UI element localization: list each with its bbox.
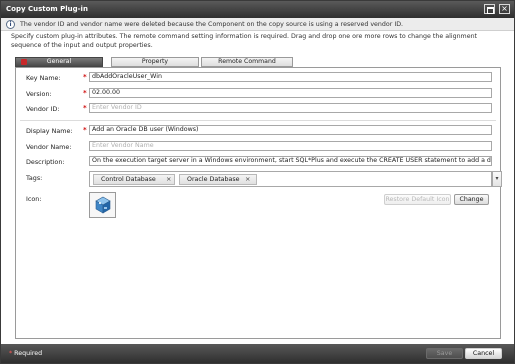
tags-label: Tags: xyxy=(26,174,43,182)
change-icon-button[interactable]: Change xyxy=(454,194,489,205)
warning-icon xyxy=(21,59,27,65)
display-name-field[interactable]: Add an Oracle DB user (Windows) xyxy=(89,125,492,135)
close-icon[interactable]: × xyxy=(499,4,510,14)
version-required-mark: * xyxy=(83,89,87,97)
vendor-id-field[interactable]: Enter Vendor ID xyxy=(89,103,492,113)
section-divider xyxy=(20,120,496,121)
remove-tag-icon[interactable]: × xyxy=(166,175,171,184)
tag-chip-label: Oracle Database xyxy=(187,176,240,183)
tab-property[interactable]: Property xyxy=(111,57,199,67)
tag-chip-label: Control Database xyxy=(101,176,156,183)
required-note-text: Required xyxy=(12,350,43,357)
tab-remote-command[interactable]: Remote Command xyxy=(201,57,293,67)
tab-property-label: Property xyxy=(141,58,169,65)
vendor-id-label: Vendor ID: xyxy=(26,105,60,113)
vendor-id-required-mark: * xyxy=(83,104,87,112)
key-name-label: Key Name: xyxy=(26,74,61,82)
notice-text: The vendor ID and vendor name were delet… xyxy=(20,21,404,28)
notice-bar: i The vendor ID and vendor name were del… xyxy=(1,18,514,31)
copy-custom-plugin-dialog: Copy Custom Plug-in × i The vendor ID an… xyxy=(0,0,515,364)
dialog-footer: * Required Save Cancel xyxy=(1,344,514,363)
chevron-down-icon[interactable]: ▾ xyxy=(492,171,502,187)
plugin-cube-icon xyxy=(95,196,111,214)
display-name-label: Display Name: xyxy=(26,127,73,135)
required-note: * Required xyxy=(9,350,42,357)
restore-default-icon-button[interactable]: Restore Default Icon xyxy=(384,194,451,205)
display-name-required-mark: * xyxy=(83,126,87,134)
save-button[interactable]: Save xyxy=(426,348,463,359)
version-field[interactable]: 02.00.00 xyxy=(89,88,492,98)
tag-chip: Control Database × xyxy=(93,174,175,185)
dialog-titlebar: Copy Custom Plug-in × xyxy=(1,1,514,18)
cancel-button[interactable]: Cancel xyxy=(465,348,502,359)
remove-tag-icon[interactable]: × xyxy=(245,175,250,184)
version-label: Version: xyxy=(26,90,52,98)
general-tab-panel: Key Name: * dbAddOracleUser_Win Version:… xyxy=(15,67,502,339)
vendor-name-field[interactable]: Enter Vendor Name xyxy=(89,141,492,151)
tab-general-label: General xyxy=(46,58,72,65)
maximize-icon[interactable] xyxy=(484,4,495,14)
description-label: Description: xyxy=(26,158,65,166)
tab-general[interactable]: General xyxy=(15,57,103,67)
tag-chip: Oracle Database × xyxy=(179,174,257,185)
tab-remote-command-label: Remote Command xyxy=(218,58,276,65)
vendor-name-label: Vendor Name: xyxy=(26,143,72,151)
instructions-text: Specify custom plug-in attributes. The r… xyxy=(11,33,478,49)
description-field[interactable]: On the execution target server in a Wind… xyxy=(89,156,492,166)
plugin-icon-preview xyxy=(89,192,116,218)
key-name-required-mark: * xyxy=(83,73,87,81)
dialog-title: Copy Custom Plug-in xyxy=(6,5,88,13)
info-icon: i xyxy=(6,20,15,29)
tags-input[interactable]: Control Database × Oracle Database × xyxy=(89,171,492,187)
key-name-field[interactable]: dbAddOracleUser_Win xyxy=(89,72,492,82)
icon-label: Icon: xyxy=(26,195,42,203)
